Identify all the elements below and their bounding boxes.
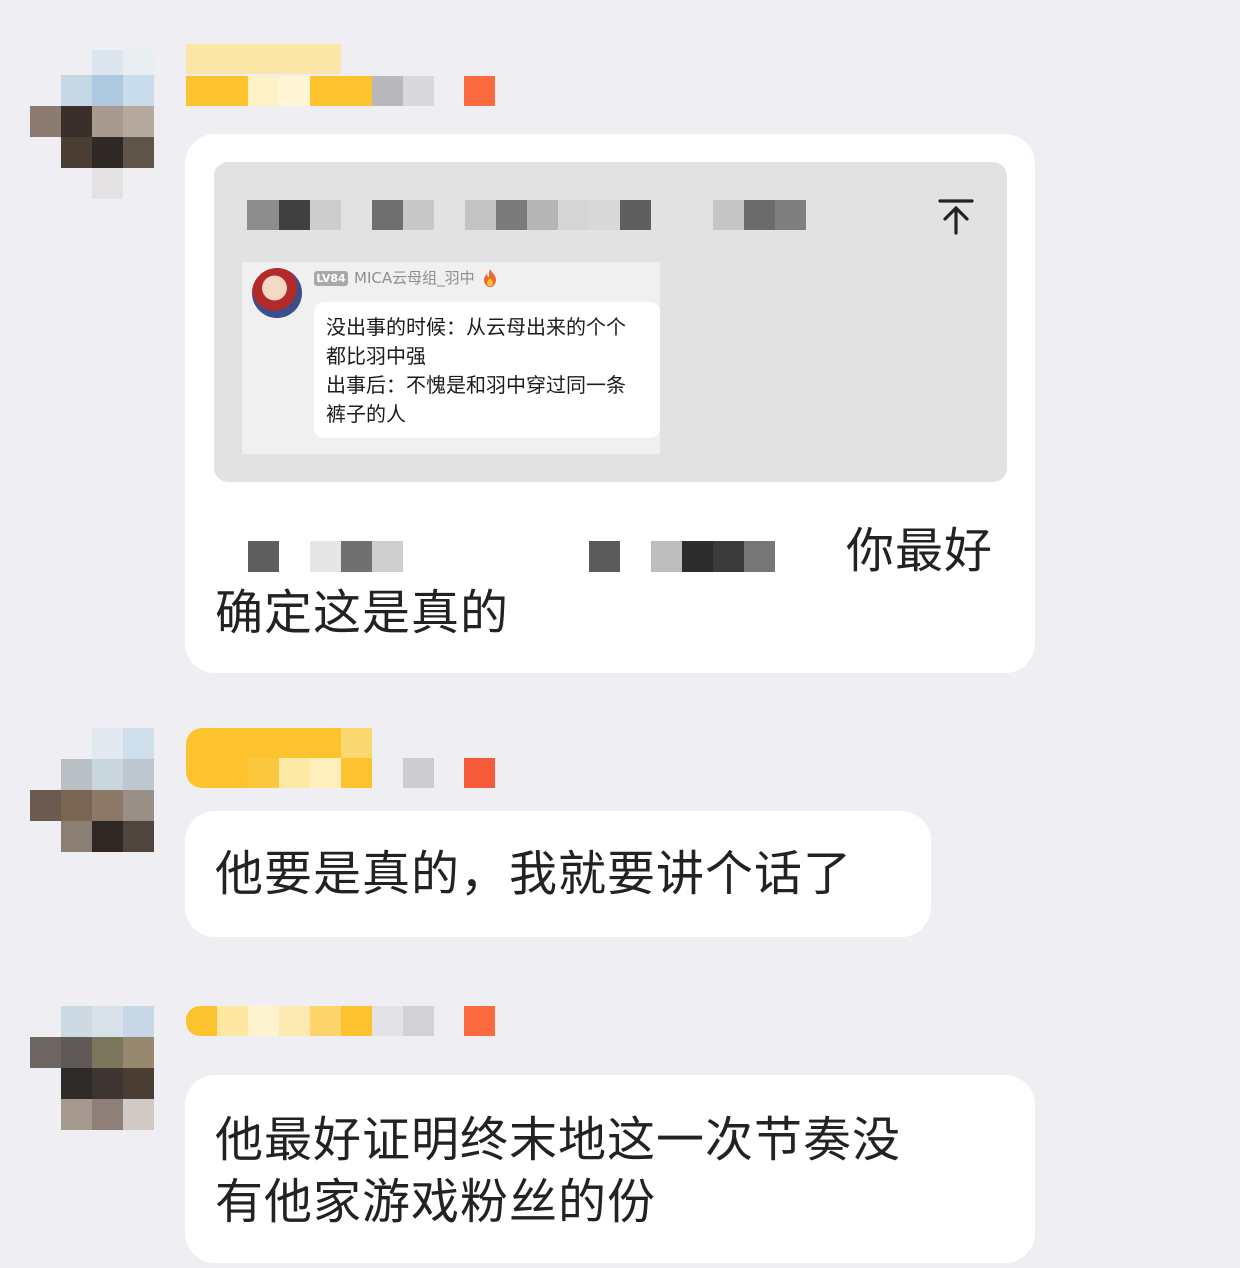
quoted-post-line-2: 都比羽中强 — [326, 344, 426, 368]
quoted-post-line-4: 裤子的人 — [326, 402, 406, 426]
sender-name-3[interactable] — [186, 1006, 506, 1040]
fire-icon — [484, 269, 496, 287]
message-2-text: 他要是真的，我就要讲个话了 — [215, 846, 853, 902]
sender-avatar-3[interactable] — [30, 1006, 160, 1166]
quoted-post-line-3: 出事后：不愧是和羽中穿过同一条 — [326, 373, 626, 397]
badge-2 — [464, 758, 495, 788]
level-badge: LV84 — [314, 271, 348, 286]
sender-avatar-1[interactable] — [30, 50, 160, 210]
message-3-text-line-2: 有他家游戏粉丝的份 — [215, 1174, 657, 1230]
quoted-post-username: MICA云母组_羽中 — [354, 269, 475, 287]
badge-1 — [464, 76, 495, 106]
sender-name-1[interactable] — [186, 44, 506, 110]
message-3-text-line-1: 他最好证明终末地这一次节奏没 — [215, 1112, 902, 1168]
message-1-text-tail: 你最好 — [846, 523, 994, 579]
arrow-up-to-top-icon[interactable] — [936, 196, 976, 236]
sender-avatar-2[interactable] — [30, 728, 160, 888]
sender-name-2[interactable] — [186, 728, 506, 794]
badge-3 — [464, 1006, 495, 1036]
quoted-post-line-1: 没出事的时候：从云母出来的个个 — [326, 315, 626, 339]
message-1-text-line-2: 确定这是真的 — [215, 585, 510, 641]
quoted-post-avatar — [252, 268, 302, 318]
